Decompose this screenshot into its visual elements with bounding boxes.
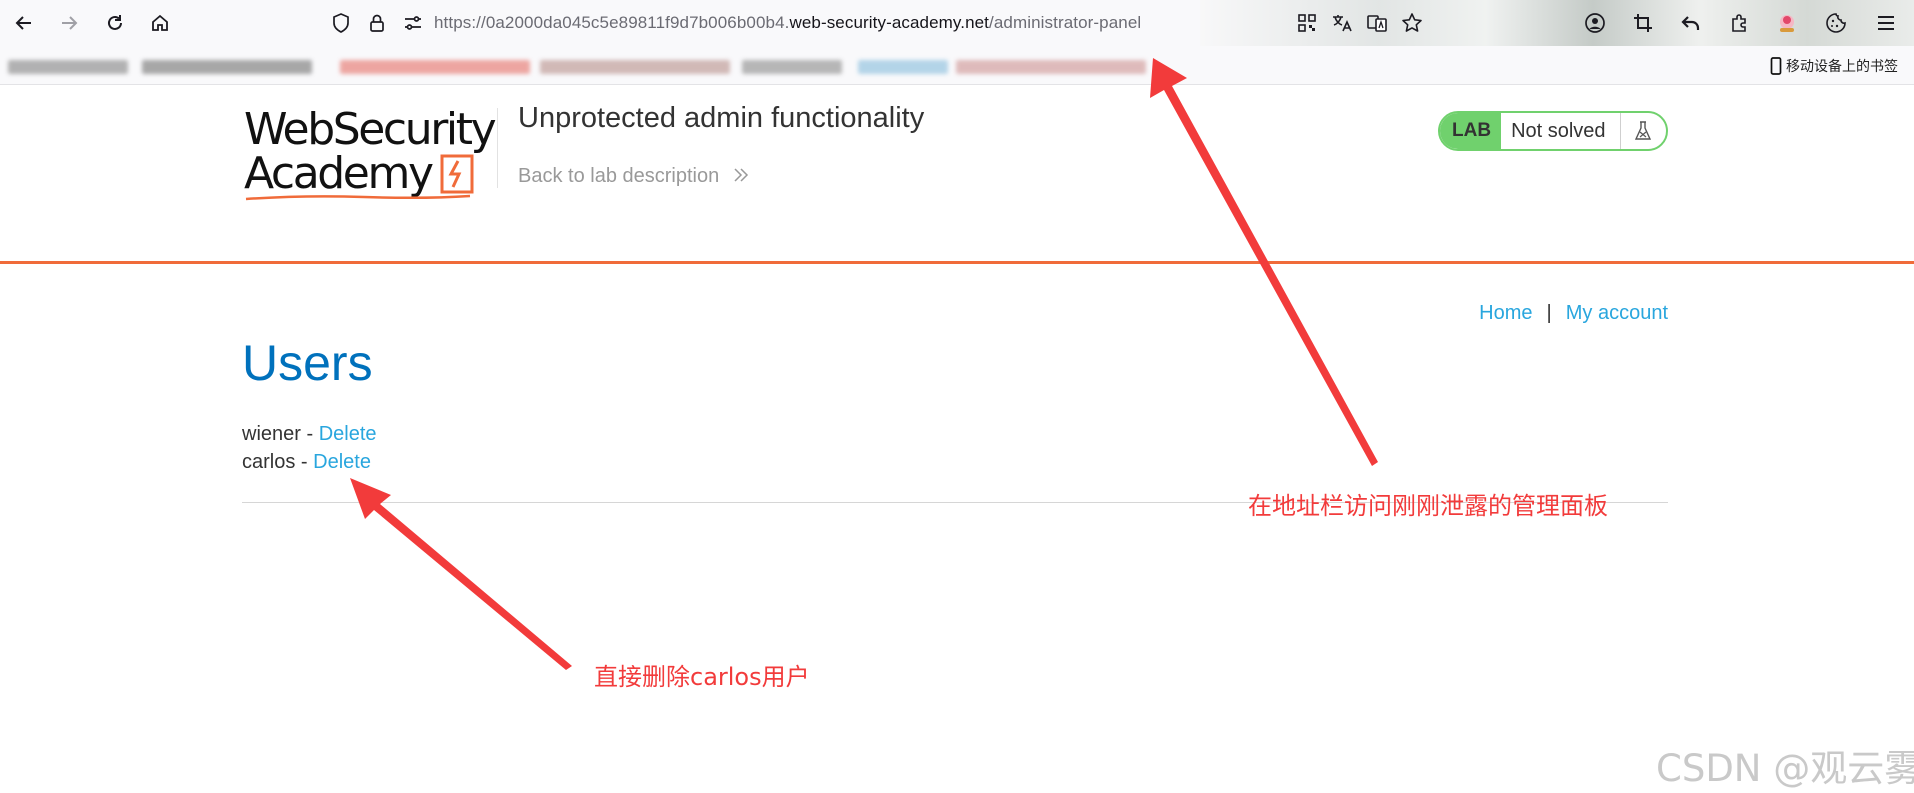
address-bar-annotation: 在地址栏访问刚刚泄露的管理面板 bbox=[1248, 492, 1608, 520]
delete-annotation: 直接删除carlos用户 bbox=[594, 663, 810, 691]
annotation-arrows bbox=[350, 58, 1378, 670]
csdn-watermark: CSDN @观云雾 bbox=[1656, 747, 1914, 790]
arrow-to-address-bar bbox=[1150, 58, 1378, 466]
arrow-to-delete-carlos bbox=[350, 478, 572, 670]
